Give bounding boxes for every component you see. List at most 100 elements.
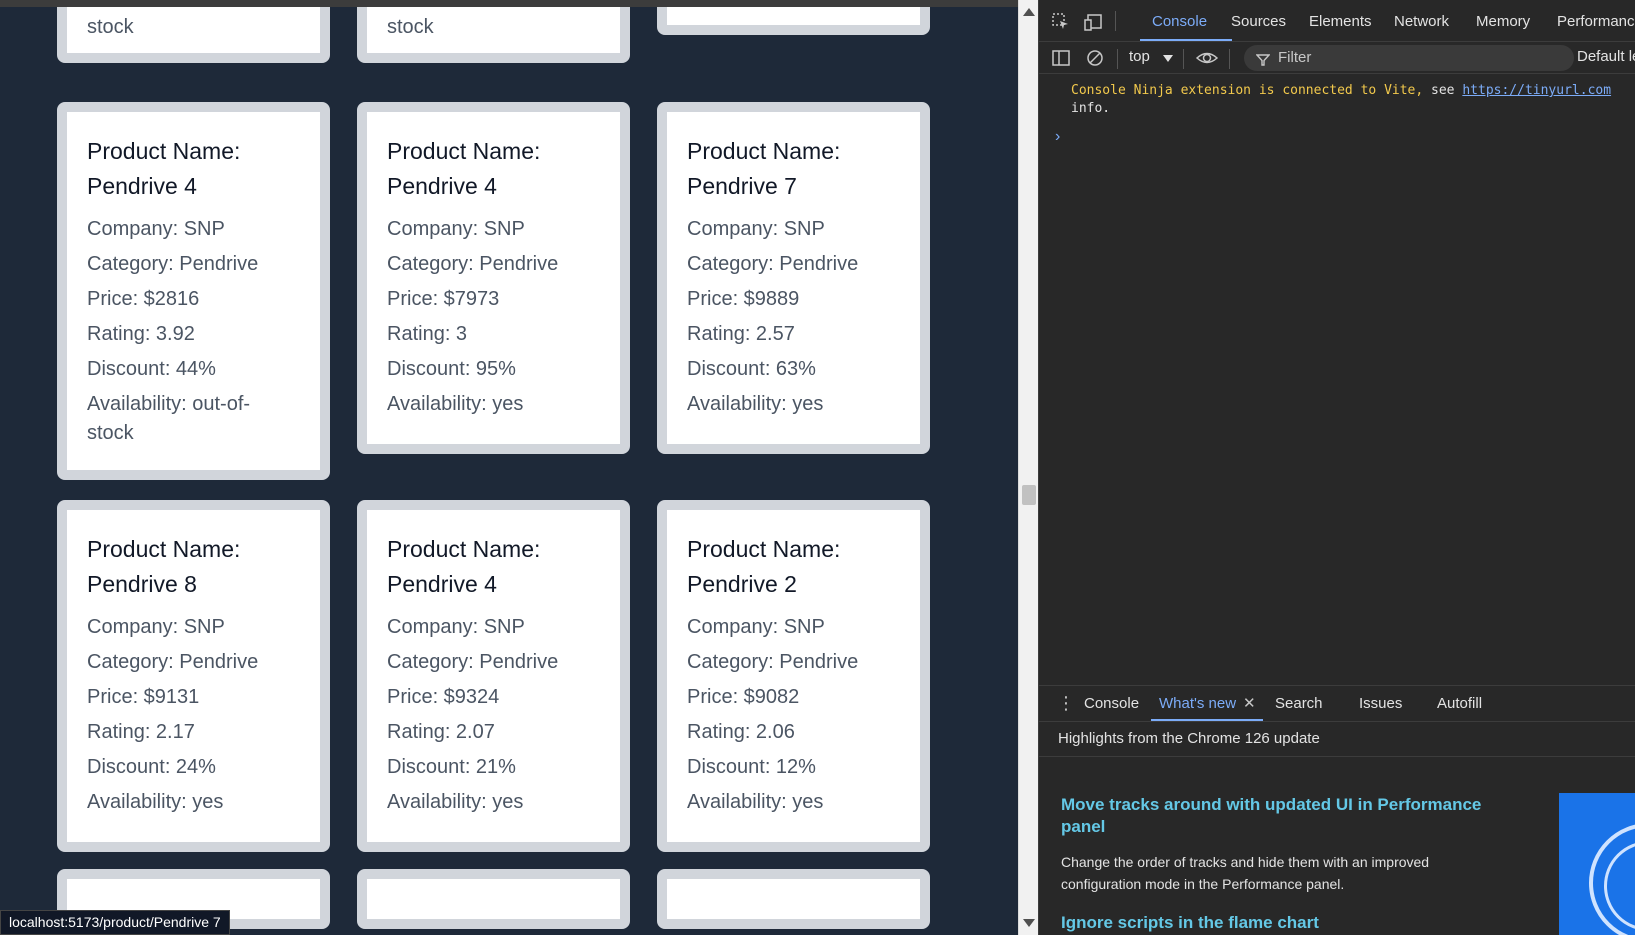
discount: Discount: 12% — [687, 756, 816, 778]
company: Company: SNP — [87, 616, 225, 638]
product-card[interactable]: stock — [57, 7, 330, 63]
scroll-down-arrow-icon[interactable] — [1023, 919, 1035, 927]
category: Category: Pendrive — [387, 651, 559, 673]
scroll-up-arrow-icon[interactable] — [1023, 8, 1035, 16]
rating: Rating: 3 — [387, 323, 468, 345]
product-title: Product Name: Pendrive 4 — [87, 138, 241, 199]
drawer-tabs: ⋮ Console What's new ✕ Search Issues Aut… — [1039, 686, 1635, 722]
company: Company: SNP — [687, 616, 825, 638]
drawer-tab-issues[interactable]: Issues — [1359, 695, 1402, 712]
browser-top-strip — [0, 0, 1018, 7]
console-link[interactable]: https://tinyurl.com — [1462, 83, 1611, 98]
company: Company: SNP — [387, 616, 525, 638]
product-card[interactable]: Product Name: Pendrive 2 Company: SNP Cat… — [657, 500, 930, 852]
drawer-tab-whats-new[interactable]: What's new — [1159, 695, 1236, 712]
product-card[interactable]: Product Name: Pendrive 8 Company: SNP Cat… — [57, 500, 330, 852]
feature-title-link[interactable]: Move tracks around with updated UI in Pe… — [1061, 794, 1521, 838]
availability: Availability: yes — [687, 791, 824, 813]
sidebar-toggle-icon[interactable] — [1051, 48, 1071, 72]
product-title: Product Name: Pendrive 4 — [387, 138, 541, 199]
drawer-tab-search[interactable]: Search — [1275, 695, 1323, 712]
product-page: stock stock Product Name: Pendrive 4 Comp… — [0, 7, 1018, 935]
inspect-element-icon[interactable] — [1051, 12, 1071, 36]
price: Price: $7973 — [387, 288, 500, 310]
product-title: Product Name: Pendrive 4 — [387, 536, 541, 597]
tab-performance[interactable]: Performance — [1557, 13, 1635, 30]
product-card[interactable]: Product Name: Pendrive 4 Company: SNP Cat… — [357, 500, 630, 852]
rating: Rating: 3.92 — [87, 323, 195, 345]
devtools-main-tabs: Console Sources Elements Network Memory … — [1039, 0, 1635, 42]
product-card[interactable]: Product Name: Pendrive 4 Company: SNP Cat… — [357, 102, 630, 454]
availability-continuation: stock — [387, 16, 434, 38]
product-card[interactable]: Product Name: Pendrive 4 Company: SNP Cat… — [57, 102, 330, 480]
console-message: Console Ninja extension is connected to … — [1071, 83, 1612, 116]
filter-placeholder: Filter — [1278, 49, 1312, 66]
category: Category: Pendrive — [87, 253, 259, 275]
clear-console-icon[interactable] — [1085, 48, 1105, 72]
tab-elements[interactable]: Elements — [1309, 13, 1372, 30]
company: Company: SNP — [87, 218, 225, 240]
price: Price: $9131 — [87, 686, 200, 708]
rating: Rating: 2.57 — [687, 323, 795, 345]
company: Company: SNP — [687, 218, 825, 240]
drawer-tab-autofill[interactable]: Autofill — [1437, 695, 1482, 712]
device-toolbar-icon[interactable] — [1083, 12, 1103, 36]
discount: Discount: 44% — [87, 358, 216, 380]
feature-description: Change the order of tracks and hide them… — [1061, 854, 1430, 892]
filter-input[interactable]: Filter — [1244, 45, 1574, 71]
tab-console[interactable]: Console — [1152, 13, 1207, 30]
product-card[interactable] — [357, 869, 630, 929]
discount: Discount: 95% — [387, 358, 516, 380]
filter-icon — [1255, 51, 1271, 71]
product-title: Product Name: Pendrive 2 — [687, 536, 841, 597]
divider — [1229, 49, 1230, 69]
tab-sources[interactable]: Sources — [1231, 13, 1286, 30]
tab-memory[interactable]: Memory — [1476, 13, 1530, 30]
product-card[interactable]: stock — [357, 7, 630, 63]
discount: Discount: 63% — [687, 358, 816, 380]
price: Price: $9082 — [687, 686, 800, 708]
devtools-drawer: ⋮ Console What's new ✕ Search Issues Aut… — [1039, 685, 1635, 935]
page-scrollbar[interactable] — [1018, 0, 1038, 935]
active-tab-indicator — [1151, 719, 1263, 721]
context-selector[interactable]: top — [1129, 48, 1150, 65]
product-card[interactable] — [657, 7, 930, 35]
category: Category: Pendrive — [87, 651, 259, 673]
company: Company: SNP — [387, 218, 525, 240]
tab-network[interactable]: Network — [1394, 13, 1449, 30]
category: Category: Pendrive — [687, 651, 859, 673]
discount: Discount: 24% — [87, 756, 216, 778]
price: Price: $9324 — [387, 686, 500, 708]
scroll-thumb[interactable] — [1022, 485, 1036, 505]
chevron-down-icon[interactable] — [1163, 55, 1173, 62]
rating: Rating: 2.07 — [387, 721, 495, 743]
drawer-tab-console[interactable]: Console — [1084, 695, 1139, 712]
category: Category: Pendrive — [387, 253, 559, 275]
availability: Availability: yes — [687, 393, 824, 415]
discount: Discount: 21% — [387, 756, 516, 778]
feature-title-link[interactable]: Ignore scripts in the flame chart — [1061, 912, 1319, 934]
availability: Availability: yes — [87, 791, 224, 813]
availability: Availability: yes — [387, 393, 524, 415]
divider — [1039, 756, 1635, 757]
product-card[interactable]: Product Name: Pendrive 7 Company: SNP Cat… — [657, 102, 930, 454]
price: Price: $2816 — [87, 288, 200, 310]
active-tab-indicator — [1140, 39, 1232, 41]
devtools-panel: Console Sources Elements Network Memory … — [1038, 0, 1635, 935]
more-options-icon[interactable]: ⋮ — [1057, 693, 1075, 714]
feature-thumbnail-image — [1559, 793, 1635, 935]
log-levels-dropdown[interactable]: Default levels — [1577, 48, 1635, 65]
whats-new-header: Highlights from the Chrome 126 update — [1058, 730, 1320, 747]
divider — [1115, 11, 1116, 31]
divider — [1183, 49, 1184, 69]
availability: Availability: out-of-stock — [87, 393, 251, 444]
close-icon[interactable]: ✕ — [1243, 694, 1256, 712]
console-toolbar: top Filter Default levels — [1039, 42, 1635, 74]
console-prompt-chevron-icon[interactable]: › — [1055, 128, 1060, 146]
product-title: Product Name: Pendrive 7 — [687, 138, 841, 199]
product-card[interactable] — [657, 869, 930, 929]
live-expression-eye-icon[interactable] — [1195, 48, 1219, 72]
rating: Rating: 2.17 — [87, 721, 195, 743]
product-title: Product Name: Pendrive 8 — [87, 536, 241, 597]
category: Category: Pendrive — [687, 253, 859, 275]
